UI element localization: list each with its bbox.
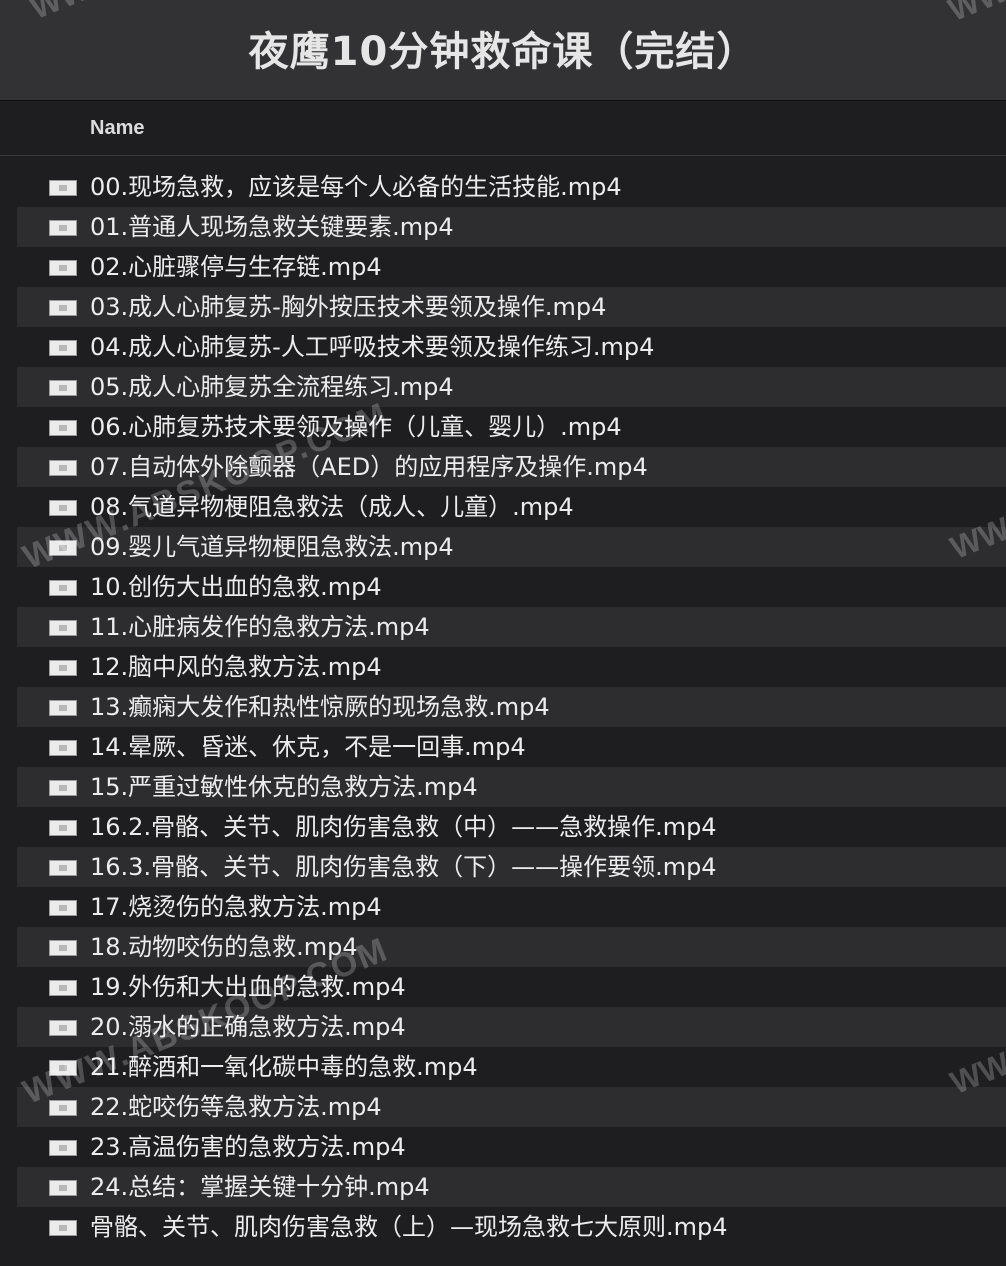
file-name: 05.成人心肺复苏全流程练习.mp4 <box>90 373 454 401</box>
file-row[interactable]: 14.晕厥、昏迷、休克，不是一回事.mp4 <box>17 727 1006 767</box>
video-thumbnail-icon <box>49 380 77 396</box>
file-row[interactable]: 16.3.骨骼、关节、肌肉伤害急救（下）——操作要领.mp4 <box>17 847 1006 887</box>
file-row[interactable]: 18.动物咬伤的急救.mp4 <box>17 927 1006 967</box>
column-header: Name <box>0 101 1006 156</box>
video-thumbnail-icon <box>49 580 77 596</box>
file-name: 24.总结：掌握关键十分钟.mp4 <box>90 1173 430 1201</box>
video-thumbnail-icon <box>49 220 77 236</box>
video-thumbnail-icon <box>49 1060 77 1076</box>
video-thumbnail-icon <box>49 700 77 716</box>
file-name: 骨骼、关节、肌肉伤害急救（上）—现场急救七大原则.mp4 <box>90 1213 728 1241</box>
file-name: 10.创伤大出血的急救.mp4 <box>90 573 382 601</box>
file-name: 21.醉酒和一氧化碳中毒的急救.mp4 <box>90 1053 478 1081</box>
video-thumbnail-icon <box>49 420 77 436</box>
name-column-header[interactable]: Name <box>90 117 144 140</box>
file-name: 16.2.骨骼、关节、肌肉伤害急救（中）——急救操作.mp4 <box>90 813 717 841</box>
title-bar: 夜鹰10分钟救命课（完结） <box>0 0 1006 101</box>
window-title: 夜鹰10分钟救命课（完结） <box>248 29 758 75</box>
file-row[interactable]: 02.心脏骤停与生存链.mp4 <box>17 247 1006 287</box>
video-thumbnail-icon <box>49 500 77 516</box>
file-row[interactable]: 00.现场急救，应该是每个人必备的生活技能.mp4 <box>17 167 1006 207</box>
file-name: 07.自动体外除颤器（AED）的应用程序及操作.mp4 <box>90 453 648 481</box>
file-name: 09.婴儿气道异物梗阻急救法.mp4 <box>90 533 454 561</box>
file-list: 00.现场急救，应该是每个人必备的生活技能.mp4 01.普通人现场急救关键要素.… <box>17 167 1006 1247</box>
file-row[interactable]: 07.自动体外除颤器（AED）的应用程序及操作.mp4 <box>17 447 1006 487</box>
file-row[interactable]: 20.溺水的正确急救方法.mp4 <box>17 1007 1006 1047</box>
file-row[interactable]: 09.婴儿气道异物梗阻急救法.mp4 <box>17 527 1006 567</box>
file-row[interactable]: 03.成人心肺复苏-胸外按压技术要领及操作.mp4 <box>17 287 1006 327</box>
video-thumbnail-icon <box>49 460 77 476</box>
file-name: 04.成人心肺复苏-人工呼吸技术要领及操作练习.mp4 <box>90 333 655 361</box>
file-name: 11.心脏病发作的急救方法.mp4 <box>90 613 430 641</box>
video-thumbnail-icon <box>49 260 77 276</box>
file-name: 14.晕厥、昏迷、休克，不是一回事.mp4 <box>90 733 526 761</box>
file-name: 00.现场急救，应该是每个人必备的生活技能.mp4 <box>90 173 622 201</box>
file-row[interactable]: 23.高温伤害的急救方法.mp4 <box>17 1127 1006 1167</box>
file-row[interactable]: 01.普通人现场急救关键要素.mp4 <box>17 207 1006 247</box>
video-thumbnail-icon <box>49 340 77 356</box>
file-row[interactable]: 04.成人心肺复苏-人工呼吸技术要领及操作练习.mp4 <box>17 327 1006 367</box>
file-name: 20.溺水的正确急救方法.mp4 <box>90 1013 406 1041</box>
file-row[interactable]: 22.蛇咬伤等急救方法.mp4 <box>17 1087 1006 1127</box>
file-name: 06.心肺复苏技术要领及操作（儿童、婴儿）.mp4 <box>90 413 622 441</box>
file-row[interactable]: 08.气道异物梗阻急救法（成人、儿童）.mp4 <box>17 487 1006 527</box>
file-name: 03.成人心肺复苏-胸外按压技术要领及操作.mp4 <box>90 293 607 321</box>
video-thumbnail-icon <box>49 860 77 876</box>
file-row[interactable]: 13.癫痫大发作和热性惊厥的现场急救.mp4 <box>17 687 1006 727</box>
video-thumbnail-icon <box>49 1100 77 1116</box>
file-row[interactable]: 12.脑中风的急救方法.mp4 <box>17 647 1006 687</box>
finder-window: 夜鹰10分钟救命课（完结） Name 00.现场急救，应该是每个人必备的生活技能… <box>0 0 1006 1266</box>
file-row[interactable]: 10.创伤大出血的急救.mp4 <box>17 567 1006 607</box>
video-thumbnail-icon <box>49 1220 77 1236</box>
file-row[interactable]: 19.外伤和大出血的急救.mp4 <box>17 967 1006 1007</box>
file-row[interactable]: 16.2.骨骼、关节、肌肉伤害急救（中）——急救操作.mp4 <box>17 807 1006 847</box>
file-name: 16.3.骨骼、关节、肌肉伤害急救（下）——操作要领.mp4 <box>90 853 717 881</box>
video-thumbnail-icon <box>49 540 77 556</box>
video-thumbnail-icon <box>49 940 77 956</box>
video-thumbnail-icon <box>49 1180 77 1196</box>
file-row[interactable]: 骨骼、关节、肌肉伤害急救（上）—现场急救七大原则.mp4 <box>17 1207 1006 1247</box>
file-row[interactable]: 11.心脏病发作的急救方法.mp4 <box>17 607 1006 647</box>
file-row[interactable]: 06.心肺复苏技术要领及操作（儿童、婴儿）.mp4 <box>17 407 1006 447</box>
file-name: 15.严重过敏性休克的急救方法.mp4 <box>90 773 478 801</box>
video-thumbnail-icon <box>49 660 77 676</box>
video-thumbnail-icon <box>49 1020 77 1036</box>
file-row[interactable]: 17.烧烫伤的急救方法.mp4 <box>17 887 1006 927</box>
video-thumbnail-icon <box>49 980 77 996</box>
file-name: 02.心脏骤停与生存链.mp4 <box>90 253 382 281</box>
file-name: 17.烧烫伤的急救方法.mp4 <box>90 893 382 921</box>
video-thumbnail-icon <box>49 1140 77 1156</box>
video-thumbnail-icon <box>49 780 77 796</box>
file-name: 18.动物咬伤的急救.mp4 <box>90 933 358 961</box>
video-thumbnail-icon <box>49 300 77 316</box>
video-thumbnail-icon <box>49 740 77 756</box>
file-row[interactable]: 05.成人心肺复苏全流程练习.mp4 <box>17 367 1006 407</box>
video-thumbnail-icon <box>49 900 77 916</box>
video-thumbnail-icon <box>49 620 77 636</box>
file-name: 13.癫痫大发作和热性惊厥的现场急救.mp4 <box>90 693 550 721</box>
file-name: 19.外伤和大出血的急救.mp4 <box>90 973 406 1001</box>
file-name: 22.蛇咬伤等急救方法.mp4 <box>90 1093 382 1121</box>
file-row[interactable]: 24.总结：掌握关键十分钟.mp4 <box>17 1167 1006 1207</box>
file-name: 23.高温伤害的急救方法.mp4 <box>90 1133 406 1161</box>
file-row[interactable]: 21.醉酒和一氧化碳中毒的急救.mp4 <box>17 1047 1006 1087</box>
file-name: 12.脑中风的急救方法.mp4 <box>90 653 382 681</box>
video-thumbnail-icon <box>49 820 77 836</box>
file-name: 08.气道异物梗阻急救法（成人、儿童）.mp4 <box>90 493 574 521</box>
video-thumbnail-icon <box>49 180 77 196</box>
file-name: 01.普通人现场急救关键要素.mp4 <box>90 213 454 241</box>
file-row[interactable]: 15.严重过敏性休克的急救方法.mp4 <box>17 767 1006 807</box>
